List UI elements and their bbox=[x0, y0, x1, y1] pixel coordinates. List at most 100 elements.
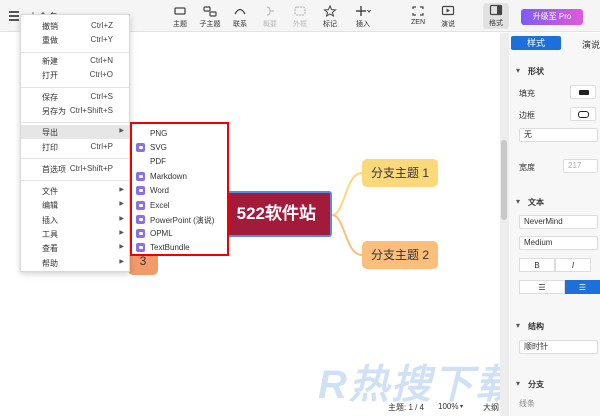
menu-label: 帮助 bbox=[42, 259, 58, 268]
menu-label: 另存为 bbox=[42, 107, 66, 116]
insert-button[interactable]: 插入 bbox=[348, 4, 378, 29]
menu-item-redo[interactable]: 重做 Ctrl+Y bbox=[21, 33, 129, 47]
border-label: 边框 bbox=[519, 111, 535, 120]
export-png[interactable]: PNG bbox=[132, 127, 227, 141]
export-pdf[interactable]: PDF bbox=[132, 155, 227, 169]
menu-shortcut: Ctrl+N bbox=[90, 56, 113, 65]
menu-item-export[interactable]: 导出 ▶ bbox=[21, 125, 129, 139]
subtopic-icon bbox=[195, 4, 225, 17]
align-left-icon: ☰ bbox=[538, 283, 546, 292]
branch-line-label: 线条 bbox=[519, 399, 535, 408]
align-center-button[interactable]: ☰ bbox=[565, 280, 600, 294]
menu-item-help[interactable]: 帮助 ▶ bbox=[21, 256, 129, 270]
structure-select[interactable]: 顺时针 bbox=[519, 340, 598, 354]
zen-button[interactable]: ZEN bbox=[403, 4, 433, 26]
export-excel[interactable]: Excel bbox=[132, 199, 227, 213]
width-label: 宽度 bbox=[519, 163, 535, 172]
summary-button[interactable]: 概要 bbox=[255, 4, 285, 29]
chevron-right-icon: ▶ bbox=[119, 216, 124, 222]
width-input[interactable]: 217 bbox=[563, 159, 598, 173]
menu-item-preferences[interactable]: 首选项 Ctrl+Shift+P bbox=[21, 162, 129, 176]
section-shape[interactable]: 形状 bbox=[516, 66, 544, 77]
boundary-icon bbox=[285, 4, 315, 17]
boundary-button[interactable]: 外框 bbox=[285, 4, 315, 29]
chevron-right-icon: ▶ bbox=[119, 187, 124, 193]
export-powerpoint[interactable]: PowerPoint (演说) bbox=[132, 213, 227, 227]
menu-item-insert[interactable]: 插入 ▶ bbox=[21, 213, 129, 227]
menu-item-tools[interactable]: 工具 ▶ bbox=[21, 227, 129, 241]
section-branch[interactable]: 分支 bbox=[516, 379, 544, 390]
menu-label: TextBundle bbox=[150, 243, 190, 252]
menu-item-save[interactable]: 保存 Ctrl+S bbox=[21, 90, 129, 104]
subtopic-button[interactable]: 子主题 bbox=[195, 4, 225, 29]
menu-label: 首选项 bbox=[42, 165, 66, 174]
menu-label: 撤销 bbox=[42, 22, 58, 31]
rounded-rect-icon bbox=[578, 111, 589, 118]
menu-label: PNG bbox=[150, 129, 168, 138]
menu-item-print[interactable]: 打印 Ctrl+P bbox=[21, 140, 129, 154]
upgrade-pro-button[interactable]: 升级至 Pro bbox=[521, 9, 583, 25]
section-structure[interactable]: 结构 bbox=[516, 321, 544, 332]
fill-color-picker[interactable] bbox=[570, 85, 596, 99]
menu-item-file[interactable]: 文件 ▶ bbox=[21, 184, 129, 198]
relationship-icon bbox=[225, 4, 255, 17]
border-style-select[interactable]: 无 bbox=[519, 128, 598, 142]
menu-label: 保存 bbox=[42, 93, 58, 102]
border-shape-picker[interactable] bbox=[570, 107, 596, 121]
tab-style[interactable]: 样式 bbox=[511, 36, 561, 50]
topic-button[interactable]: 主题 bbox=[165, 4, 195, 29]
export-svg[interactable]: SVG bbox=[132, 141, 227, 155]
align-center-icon: ☰ bbox=[578, 283, 587, 292]
menu-item-new[interactable]: 新建 Ctrl+N bbox=[21, 54, 129, 68]
relationship-button[interactable]: 联系 bbox=[225, 4, 255, 29]
chevron-right-icon: ▶ bbox=[119, 230, 124, 236]
marker-button[interactable]: 标记 bbox=[315, 4, 345, 29]
font-weight-select[interactable]: Medium bbox=[519, 236, 598, 250]
zoom-level[interactable]: 100% bbox=[438, 402, 458, 411]
menu-shortcut: Ctrl+O bbox=[89, 70, 113, 79]
fill-label: 填充 bbox=[519, 89, 535, 98]
bold-button[interactable]: B bbox=[519, 258, 555, 272]
pro-lock-icon bbox=[136, 229, 145, 238]
menu-item-undo[interactable]: 撤销 Ctrl+Z bbox=[21, 19, 129, 33]
align-left-button[interactable]: ☰ bbox=[519, 280, 565, 294]
italic-button[interactable]: I bbox=[555, 258, 591, 272]
plus-icon bbox=[348, 4, 378, 17]
branch-topic-2[interactable]: 分支主题 2 bbox=[362, 241, 438, 269]
panel-scrollbar[interactable] bbox=[500, 33, 509, 416]
chevron-right-icon: ▶ bbox=[119, 201, 124, 207]
format-icon bbox=[483, 3, 509, 16]
pro-lock-icon bbox=[136, 172, 145, 181]
outline-button[interactable]: 大纲 bbox=[483, 402, 499, 413]
star-icon bbox=[315, 4, 345, 17]
pro-lock-icon bbox=[136, 143, 145, 152]
menu-icon[interactable] bbox=[9, 11, 19, 21]
tab-map[interactable]: 演说 bbox=[582, 38, 600, 51]
fill-swatch-icon bbox=[579, 90, 589, 95]
export-opml[interactable]: OPML bbox=[132, 227, 227, 241]
export-markdown[interactable]: Markdown bbox=[132, 170, 227, 184]
format-button[interactable]: 格式 bbox=[483, 3, 509, 29]
export-word[interactable]: Word bbox=[132, 184, 227, 198]
font-family-select[interactable]: NeverMind bbox=[519, 215, 598, 229]
panel-scrollbar-thumb[interactable] bbox=[501, 140, 507, 220]
pro-lock-icon bbox=[136, 215, 145, 224]
main-menu: 撤销 Ctrl+Z 重做 Ctrl+Y 新建 Ctrl+N 打开 Ctrl+O 保存 Ct… bbox=[20, 14, 130, 272]
menu-separator bbox=[21, 180, 129, 181]
menu-separator bbox=[21, 122, 129, 123]
menu-item-edit[interactable]: 编辑 ▶ bbox=[21, 198, 129, 212]
menu-item-open[interactable]: 打开 Ctrl+O bbox=[21, 68, 129, 82]
menu-label: 工具 bbox=[42, 230, 58, 239]
menu-label: 导出 bbox=[42, 128, 58, 137]
zoom-chevron-icon[interactable]: ▾ bbox=[460, 403, 463, 410]
menu-label: Excel bbox=[150, 201, 170, 210]
topic-count: 主题: 1 / 4 bbox=[388, 403, 425, 412]
export-textbundle[interactable]: TextBundle bbox=[132, 241, 227, 255]
menu-shortcut: Ctrl+Shift+P bbox=[69, 164, 113, 173]
menu-shortcut: Ctrl+Z bbox=[91, 21, 113, 30]
menu-item-view[interactable]: 查看 ▶ bbox=[21, 241, 129, 255]
menu-item-save-as[interactable]: 另存为 Ctrl+Shift+S bbox=[21, 104, 129, 118]
branch-topic-1[interactable]: 分支主题 1 bbox=[362, 159, 438, 187]
pitch-button[interactable]: 演说 bbox=[433, 4, 463, 29]
section-text[interactable]: 文本 bbox=[516, 197, 544, 208]
